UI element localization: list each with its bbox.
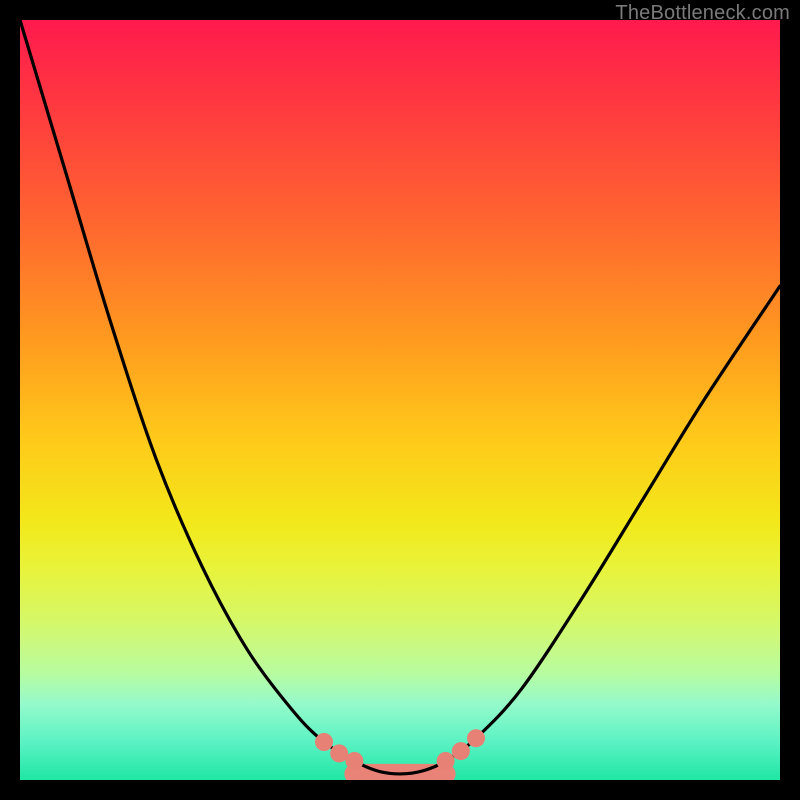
curve-marker [315,733,333,751]
curve-svg [20,20,780,780]
curve-marker [437,752,455,770]
curve-marker [467,729,485,747]
markers-group [315,729,485,770]
curve-marker [345,752,363,770]
curve-marker [452,742,470,760]
chart-frame: TheBottleneck.com [0,0,800,800]
bottleneck-curve [20,20,780,774]
plot-area [20,20,780,780]
